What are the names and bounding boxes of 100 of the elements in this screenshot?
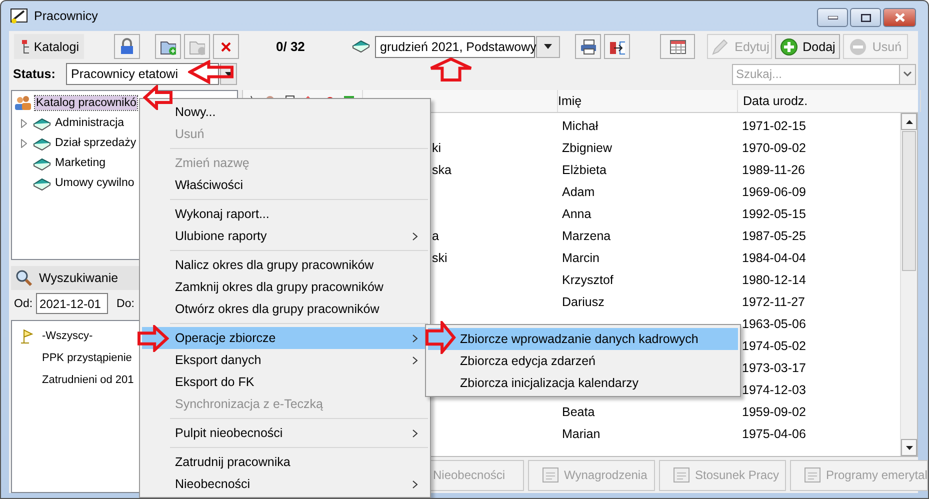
filter-item[interactable]: PPK przystąpienie	[42, 352, 132, 364]
record-counter: 0/ 32	[276, 39, 306, 54]
search-field[interactable]: Szukaj...	[732, 64, 899, 84]
caret-up-icon	[906, 120, 912, 124]
search-dropdown-button[interactable]	[899, 64, 916, 84]
table-cell: Marcin	[562, 251, 600, 265]
menu-item[interactable]: Zbiorcza edycja zdarzeń	[428, 350, 738, 372]
scroll-up-button[interactable]	[901, 113, 917, 130]
expand-icon[interactable]	[21, 118, 27, 128]
menu-item[interactable]: Zbiorcza inicjalizacja kalendarzy	[428, 372, 738, 394]
table-cell: Elżbieta	[562, 163, 606, 177]
status-combo[interactable]: Pracownicy etatowi	[66, 63, 219, 85]
table-cell: 1974-05-02	[742, 339, 806, 353]
app-icon	[10, 8, 28, 24]
arrow-icon	[143, 85, 173, 110]
to-label: Do:	[116, 298, 134, 310]
table-cell: Adam	[562, 185, 595, 199]
maximize-button[interactable]	[850, 8, 881, 27]
menu-item[interactable]: Nalicz okres dla grupy pracowników	[142, 254, 428, 276]
table-cell: 1984-04-04	[742, 251, 806, 265]
table-cell: 1969-06-09	[742, 185, 806, 199]
folder-minus-icon	[189, 38, 205, 54]
menu-item[interactable]: Eksport danych	[142, 349, 428, 371]
table-cell: 1989-11-26	[742, 163, 806, 177]
hierarchy-icon	[21, 38, 29, 54]
expand-icon[interactable]	[21, 138, 27, 148]
export-icon	[609, 38, 625, 54]
column-header[interactable]: Imię	[558, 90, 738, 112]
search-panel-title: Wyszukiwanie	[39, 271, 118, 285]
add-button[interactable]: Dodaj	[775, 34, 840, 59]
table-cell: Zbigniew	[562, 141, 612, 155]
columns-button[interactable]	[660, 34, 695, 59]
chevron-right-icon	[412, 428, 418, 438]
close-icon	[894, 13, 904, 22]
arrow-icon	[429, 57, 473, 82]
table-cell: Marian	[562, 427, 600, 441]
chevron-right-icon	[412, 356, 418, 364]
document-icon	[541, 466, 561, 484]
from-label: Od:	[14, 298, 33, 310]
menu-item[interactable]: Nowy...	[142, 101, 428, 123]
lock-icon	[120, 38, 134, 55]
minimize-button[interactable]	[817, 8, 848, 27]
document-icon	[672, 466, 692, 484]
menu-item[interactable]: Otwórz okres dla grupy pracowników	[142, 298, 428, 320]
tree-item[interactable]: Dział sprzedaży	[54, 136, 138, 150]
magnifier-icon	[15, 269, 33, 287]
caret-icon	[224, 72, 232, 76]
chevron-right-icon	[412, 480, 418, 488]
tree-item[interactable]: Administracja	[54, 116, 126, 130]
period-combo[interactable]: grudzień 2021, Podstawowy	[375, 36, 535, 58]
table-cell: ska	[432, 163, 452, 177]
table-cell: 1963-05-06	[742, 317, 806, 331]
menu-item[interactable]: Operacje zbiorcze	[142, 327, 428, 349]
table-cell: 1987-05-25	[742, 229, 806, 243]
table-cell: a	[432, 229, 439, 243]
scroll-down-button[interactable]	[901, 439, 917, 456]
lock-button[interactable]	[114, 34, 140, 59]
catalogs-button[interactable]: Katalogi	[14, 34, 84, 59]
table-cell: 1972-11-27	[742, 295, 806, 309]
filter-item[interactable]: Zatrudnieni od 201	[42, 374, 134, 386]
minus-icon	[849, 38, 868, 56]
menu-item[interactable]: Wykonaj raport...	[142, 203, 428, 225]
arrow-icon	[425, 321, 456, 354]
menu-item[interactable]: Zbiorcze wprowadzanie danych kadrowych	[428, 328, 738, 350]
scrollbar-thumb[interactable]	[902, 131, 916, 271]
close-icon	[221, 42, 231, 52]
table-cell: Michał	[562, 119, 598, 133]
period-dropdown-button[interactable]	[536, 36, 560, 58]
plus-icon	[780, 38, 798, 56]
table-cell: Beata	[562, 405, 595, 419]
column-header[interactable]: Data urodz.	[738, 90, 921, 112]
filter-item[interactable]: -Wszyscy-	[42, 330, 93, 342]
menu-item[interactable]: Właściwości	[142, 174, 428, 196]
table-cell: Anna	[562, 207, 592, 221]
print-button[interactable]	[575, 34, 601, 59]
delete-button[interactable]	[213, 34, 239, 59]
table-cell: 1959-09-02	[742, 405, 806, 419]
menu-item[interactable]: Zamknij okres dla grupy pracowników	[142, 276, 428, 298]
table-cell: 1980-12-14	[742, 273, 806, 287]
menu-item[interactable]: Ulubione raporty	[142, 225, 428, 247]
add-folder-button[interactable]	[155, 34, 181, 59]
minimize-icon	[828, 16, 838, 20]
printer-icon	[580, 38, 596, 54]
table-cell: Krzysztof	[562, 273, 614, 287]
menu-item[interactable]: Pulpit nieobecności	[142, 422, 428, 444]
tree-item[interactable]: Marketing	[54, 156, 106, 170]
caret-icon	[544, 44, 552, 49]
close-button[interactable]	[883, 8, 916, 27]
chevron-right-icon	[412, 232, 418, 240]
table-cell: 1973-03-17	[742, 361, 806, 375]
table-cell: Dariusz	[562, 295, 604, 309]
export-button[interactable]	[604, 34, 630, 59]
tree-item[interactable]: Umowy cywilno	[54, 176, 136, 190]
table-cell: 1975-04-06	[742, 427, 806, 441]
tree-item[interactable]: Katalog pracownikó	[35, 96, 138, 110]
table-cell: 1971-02-15	[742, 119, 806, 133]
from-date-field[interactable]: 2021-12-01	[36, 293, 108, 314]
menu-item[interactable]: Eksport do FK	[142, 371, 428, 393]
window-title: Pracownicy	[34, 9, 98, 23]
caret-down-icon	[906, 446, 912, 450]
